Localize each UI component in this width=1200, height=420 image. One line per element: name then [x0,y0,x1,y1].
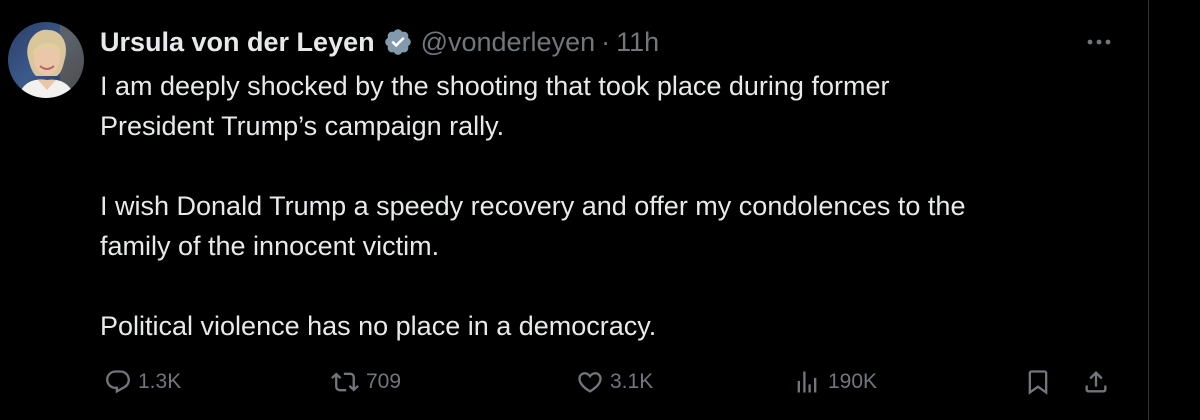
avatar[interactable] [8,22,84,98]
display-name[interactable]: Ursula von der Leyen [100,27,375,58]
reply-icon [106,370,130,394]
tweet-line: I wish Donald Trump a speedy recovery an… [100,191,966,221]
like-count: 3.1K [610,370,654,393]
share-button[interactable] [1082,362,1110,402]
action-bar: 1.3K 709 3.1K 190K [100,362,1130,402]
bookmark-icon [1028,370,1048,395]
user-handle[interactable]: @vonderleyen [421,27,596,58]
tweet-line: family of the innocent victim. [100,231,440,261]
reply-button[interactable]: 1.3K [104,362,181,402]
column-divider [1148,0,1149,420]
like-button[interactable]: 3.1K [576,362,653,402]
repost-count: 709 [366,370,402,393]
more-icon[interactable] [1084,30,1114,54]
share-icon [1085,371,1107,393]
reply-count: 1.3K [138,370,182,393]
tweet-card[interactable]: Ursula von der Leyen @vonderleyen · 11h … [0,0,1148,420]
heart-icon [578,372,602,393]
tweet-text: I am deeply shocked by the shooting that… [100,66,1130,346]
bookmark-button[interactable] [1024,362,1052,402]
tweet-line: President Trump’s campaign rally. [100,111,505,141]
tweet-line: Political violence has no place in a dem… [100,311,657,341]
views-count: 190K [828,370,878,393]
verified-badge-icon[interactable] [383,27,413,57]
views-icon [797,371,817,393]
tweet-line: I am deeply shocked by the shooting that… [100,71,890,101]
separator-dot: · [601,26,611,57]
profile-photo-icon [8,22,84,98]
tweet-header: Ursula von der Leyen @vonderleyen · 11h [100,24,659,60]
views-button[interactable]: 190K [792,362,877,402]
repost-button[interactable]: 709 [330,362,401,402]
timestamp[interactable]: 11h [616,27,659,58]
repost-icon [331,372,359,392]
